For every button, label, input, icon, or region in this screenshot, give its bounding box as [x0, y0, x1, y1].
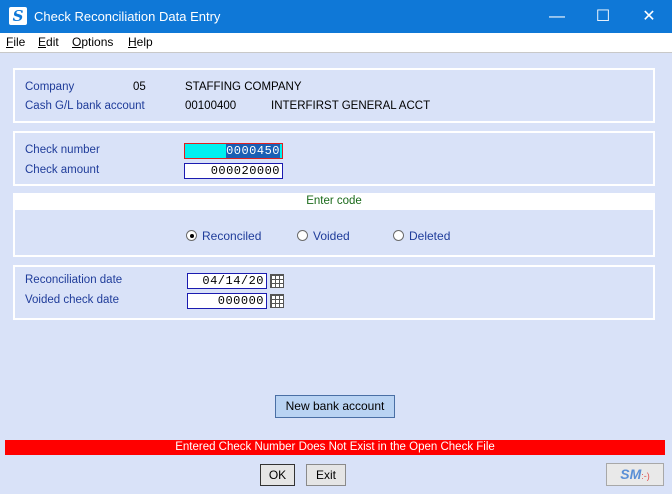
- menu-edit[interactable]: Edit: [38, 35, 59, 50]
- company-label: Company: [25, 81, 75, 93]
- voided-date-input[interactable]: 000000: [187, 293, 267, 309]
- company-panel: [13, 68, 655, 123]
- menu-help[interactable]: Help: [128, 35, 153, 50]
- check-amount-input[interactable]: 000020000: [184, 163, 283, 179]
- app-logo-icon: S: [9, 7, 27, 25]
- check-amount-label: Check amount: [25, 164, 100, 176]
- calendar-icon[interactable]: [270, 274, 284, 288]
- ok-button[interactable]: OK: [260, 464, 295, 486]
- check-panel: [13, 131, 655, 186]
- radio-voided[interactable]: [297, 230, 308, 241]
- reconciliation-date-input[interactable]: 04/14/20: [187, 273, 267, 289]
- check-number-label: Check number: [25, 144, 100, 156]
- radio-reconciled-label[interactable]: Reconciled: [202, 229, 261, 243]
- maximize-icon[interactable]: ☐: [580, 0, 626, 33]
- radio-reconciled[interactable]: [186, 230, 197, 241]
- menu-bar: File Edit Options Help: [0, 33, 672, 53]
- radio-deleted-label[interactable]: Deleted: [409, 229, 450, 243]
- menu-file[interactable]: File: [6, 35, 25, 50]
- bank-account-name: INTERFIRST GENERAL ACCT: [271, 100, 431, 112]
- radio-voided-label[interactable]: Voided: [313, 229, 350, 243]
- company-name: STAFFING COMPANY: [185, 81, 302, 93]
- close-icon[interactable]: ✕: [626, 0, 672, 33]
- menu-options[interactable]: Options: [72, 35, 113, 50]
- exit-button[interactable]: Exit: [306, 464, 346, 486]
- radio-deleted[interactable]: [393, 230, 404, 241]
- sm-logo: SM:-): [606, 463, 664, 486]
- calendar-icon[interactable]: [270, 294, 284, 308]
- new-bank-account-button[interactable]: New bank account: [275, 395, 395, 418]
- sm-logo-text: SM: [620, 466, 642, 482]
- title-bar: S Check Reconciliation Data Entry — ☐ ✕: [0, 0, 672, 33]
- status-message: Entered Check Number Does Not Exist in t…: [5, 440, 665, 455]
- bank-account-label: Cash G/L bank account: [25, 100, 145, 112]
- window-title: Check Reconciliation Data Entry: [34, 9, 221, 24]
- enter-code-header: Enter code: [13, 193, 655, 210]
- reconciliation-date-label: Reconciliation date: [25, 274, 123, 286]
- smile-icon: :-): [641, 471, 650, 481]
- check-number-input[interactable]: 0000450: [184, 143, 283, 159]
- bank-account-code: 00100400: [185, 100, 237, 112]
- company-code: 05: [133, 81, 146, 93]
- voided-date-label: Voided check date: [25, 294, 119, 306]
- minimize-icon[interactable]: —: [534, 0, 580, 33]
